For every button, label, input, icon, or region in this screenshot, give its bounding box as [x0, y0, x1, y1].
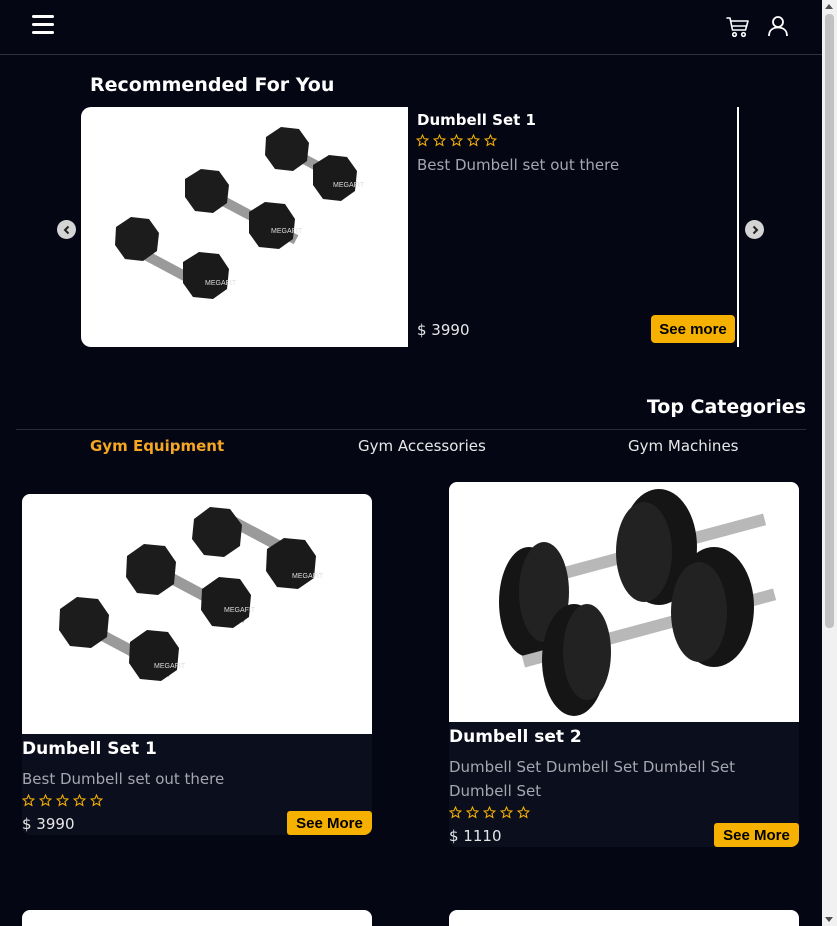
user-icon[interactable]: [767, 15, 789, 37]
star-outline-icon: [433, 134, 446, 147]
rating-stars: [416, 134, 497, 147]
product-image: MEGAFIT MEGAFIT MEGAFIT: [22, 494, 372, 734]
star-outline-icon: [56, 794, 69, 807]
recommended-title: Recommended For You: [90, 74, 335, 96]
carousel-prev-button[interactable]: [57, 220, 76, 239]
star-outline-icon: [22, 794, 35, 807]
product-price: $ 3990: [22, 815, 75, 833]
svg-text:MEGAFIT: MEGAFIT: [333, 182, 365, 189]
star-outline-icon: [484, 134, 497, 147]
recommended-card: MEGAFIT MEGAFIT MEGAFIT Dumbell Set 1 Be…: [81, 107, 739, 347]
star-outline-icon: [39, 794, 52, 807]
vertical-scrollbar[interactable]: [822, 0, 837, 926]
svg-text:MEGAFIT: MEGAFIT: [205, 280, 237, 287]
recommended-product-name: Dumbell Set 1: [417, 111, 536, 129]
product-description: Best Dumbell set out there: [22, 770, 225, 788]
product-price: $ 1110: [449, 827, 502, 845]
star-outline-icon: [450, 134, 463, 147]
tab-gym-machines[interactable]: Gym Machines: [628, 437, 739, 455]
star-outline-icon: [416, 134, 429, 147]
see-more-button[interactable]: See more: [651, 315, 735, 343]
product-description: Dumbell Set Dumbell Set Dumbell Set Dumb…: [449, 758, 735, 800]
svg-text:MEGAFIT: MEGAFIT: [154, 663, 186, 670]
scroll-down-arrow-icon[interactable]: [825, 917, 833, 922]
star-outline-icon: [517, 806, 530, 819]
product-image: [449, 482, 799, 722]
star-outline-icon: [449, 806, 462, 819]
product-card[interactable]: [22, 910, 372, 926]
see-more-button[interactable]: See More: [287, 811, 372, 835]
product-name: Dumbell set 2: [449, 727, 582, 747]
svg-text:MEGAFIT: MEGAFIT: [224, 607, 256, 614]
scroll-up-arrow-icon[interactable]: [825, 4, 833, 9]
carousel-next-button[interactable]: [745, 220, 764, 239]
star-outline-icon: [466, 806, 479, 819]
recommended-product-description: Best Dumbell set out there: [417, 156, 620, 174]
star-outline-icon: [483, 806, 496, 819]
top-categories-title: Top Categories: [646, 396, 806, 418]
star-outline-icon: [73, 794, 86, 807]
product-image: MEGAFIT MEGAFIT MEGAFIT: [81, 107, 408, 347]
see-more-button[interactable]: See More: [714, 823, 799, 847]
recommended-product-price: $ 3990: [417, 321, 470, 339]
product-name: Dumbell Set 1: [22, 739, 157, 759]
scrollbar-thumb[interactable]: [825, 14, 834, 628]
chevron-right-icon: [752, 225, 758, 234]
product-card[interactable]: [449, 910, 799, 926]
svg-text:MEGAFIT: MEGAFIT: [271, 228, 303, 235]
star-outline-icon: [500, 806, 513, 819]
product-card[interactable]: MEGAFIT MEGAFIT MEGAFIT Dumbell Set 1 Be…: [22, 494, 372, 835]
top-navbar: [0, 0, 822, 55]
tab-gym-equipment[interactable]: Gym Equipment: [90, 437, 224, 455]
rating-stars: [449, 806, 530, 819]
star-outline-icon: [467, 134, 480, 147]
rating-stars: [22, 794, 103, 807]
cart-icon[interactable]: [726, 16, 750, 38]
star-outline-icon: [90, 794, 103, 807]
product-card[interactable]: Dumbell set 2 Dumbell Set Dumbell Set Du…: [449, 482, 799, 847]
svg-text:MEGAFIT: MEGAFIT: [292, 573, 324, 580]
hamburger-icon[interactable]: [32, 15, 54, 35]
tab-gym-accessories[interactable]: Gym Accessories: [358, 437, 486, 455]
categories-divider: [16, 429, 806, 430]
chevron-left-icon: [63, 225, 69, 234]
